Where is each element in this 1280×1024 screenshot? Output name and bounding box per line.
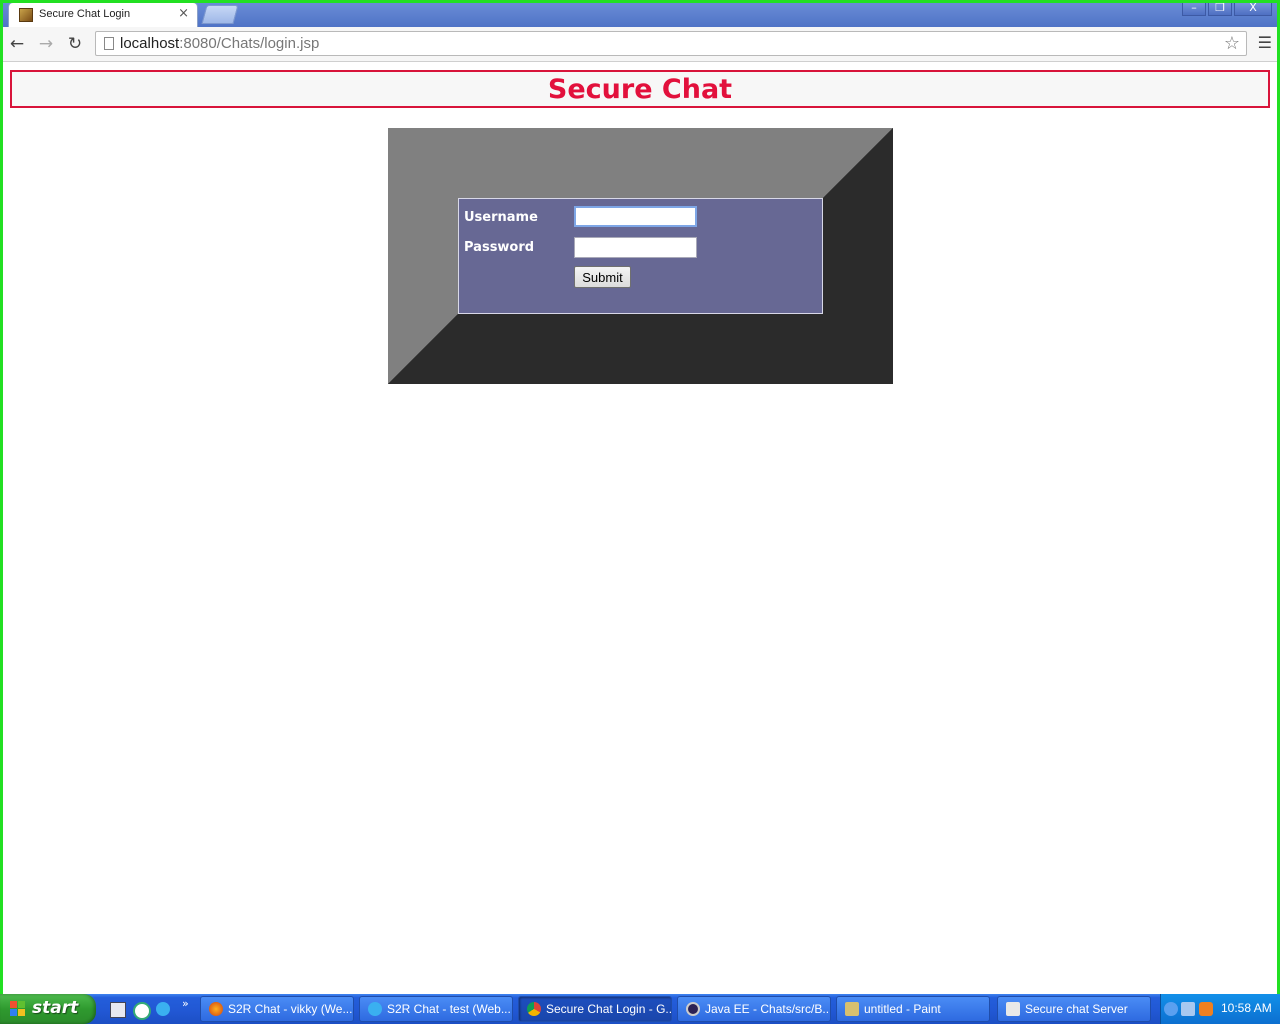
- taskbar: start » S2R Chat - vikky (We... S2R Chat…: [0, 994, 1280, 1024]
- taskbar-item-label: S2R Chat - vikky (We...: [228, 1002, 353, 1016]
- clock: 10:58 AM: [1221, 1001, 1272, 1015]
- browser-tabstrip: Secure Chat Login × – ❐ X: [0, 0, 1280, 27]
- url-text: localhost:8080/Chats/login.jsp: [120, 35, 319, 52]
- quicklaunch-more-icon[interactable]: »: [182, 997, 189, 1010]
- submit-button[interactable]: Submit: [574, 266, 631, 288]
- page-favicon-icon: [19, 8, 33, 22]
- browser-toolbar: ← → ↻ localhost:8080/Chats/login.jsp ☆ ☰: [0, 27, 1280, 62]
- windows-flag-icon: [10, 1001, 26, 1017]
- start-label: start: [32, 998, 79, 1018]
- taskbar-item-label: S2R Chat - test (Web...: [387, 1002, 511, 1016]
- taskbar-item-secure-chat-server[interactable]: Secure chat Server: [997, 996, 1151, 1022]
- password-label: Password: [464, 240, 535, 255]
- reload-icon[interactable]: ↻: [64, 33, 86, 55]
- taskbar-item-label: Secure chat Server: [1025, 1002, 1128, 1016]
- new-tab-button[interactable]: [201, 5, 239, 24]
- paint-icon: [845, 1002, 859, 1016]
- taskbar-item-s2r-test[interactable]: S2R Chat - test (Web...: [359, 996, 513, 1022]
- media-player-icon[interactable]: [133, 1002, 151, 1020]
- restore-button[interactable]: ❐: [1208, 0, 1232, 16]
- taskbar-item-java-ee[interactable]: Java EE - Chats/src/B...: [677, 996, 831, 1022]
- login-form: Username Password Submit: [458, 198, 823, 314]
- taskbar-item-label: untitled - Paint: [864, 1002, 941, 1016]
- taskbar-item-paint[interactable]: untitled - Paint: [836, 996, 990, 1022]
- close-window-button[interactable]: X: [1234, 0, 1272, 16]
- ie-icon: [368, 1002, 382, 1016]
- show-desktop-icon[interactable]: [110, 1002, 126, 1018]
- internet-explorer-icon[interactable]: [156, 1002, 170, 1016]
- start-button[interactable]: start: [0, 994, 96, 1024]
- login-frame: Username Password Submit: [388, 128, 893, 384]
- bookmark-star-icon[interactable]: ☆: [1224, 33, 1240, 54]
- minimize-button[interactable]: –: [1182, 0, 1206, 16]
- taskbar-item-s2r-vikky[interactable]: S2R Chat - vikky (We...: [200, 996, 354, 1022]
- window-controls: – ❐ X: [1180, 0, 1272, 17]
- tab-title: Secure Chat Login: [39, 8, 131, 20]
- page-icon: [104, 37, 114, 50]
- firefox-icon: [209, 1002, 223, 1016]
- tab-close-icon[interactable]: ×: [178, 6, 189, 21]
- username-input[interactable]: [574, 206, 697, 227]
- address-bar[interactable]: localhost:8080/Chats/login.jsp ☆: [95, 31, 1247, 56]
- forward-icon[interactable]: →: [35, 33, 57, 55]
- taskbar-item-label: Secure Chat Login - G...: [546, 1002, 672, 1016]
- back-icon[interactable]: ←: [6, 33, 28, 55]
- network-icon[interactable]: [1181, 1002, 1195, 1016]
- url-host: localhost: [120, 35, 180, 52]
- tray-expand-icon[interactable]: [1164, 1002, 1178, 1016]
- java-icon: [1006, 1002, 1020, 1016]
- page-header: Secure Chat: [10, 70, 1270, 108]
- menu-icon[interactable]: ☰: [1258, 33, 1272, 52]
- url-path: :8080/Chats/login.jsp: [179, 35, 320, 52]
- taskbar-item-label: Java EE - Chats/src/B...: [705, 1002, 831, 1016]
- system-tray: 10:58 AM: [1160, 994, 1280, 1024]
- password-input[interactable]: [574, 237, 697, 258]
- eclipse-icon: [686, 1002, 700, 1016]
- page-content: Secure Chat Username Password Submit: [3, 62, 1277, 991]
- tab-secure-chat-login[interactable]: Secure Chat Login ×: [8, 2, 198, 27]
- chrome-icon: [527, 1002, 541, 1016]
- page-title: Secure Chat: [547, 74, 733, 105]
- app-tray-icon[interactable]: [1199, 1002, 1213, 1016]
- username-label: Username: [464, 210, 538, 225]
- taskbar-item-secure-chat-login[interactable]: Secure Chat Login - G...: [518, 996, 672, 1022]
